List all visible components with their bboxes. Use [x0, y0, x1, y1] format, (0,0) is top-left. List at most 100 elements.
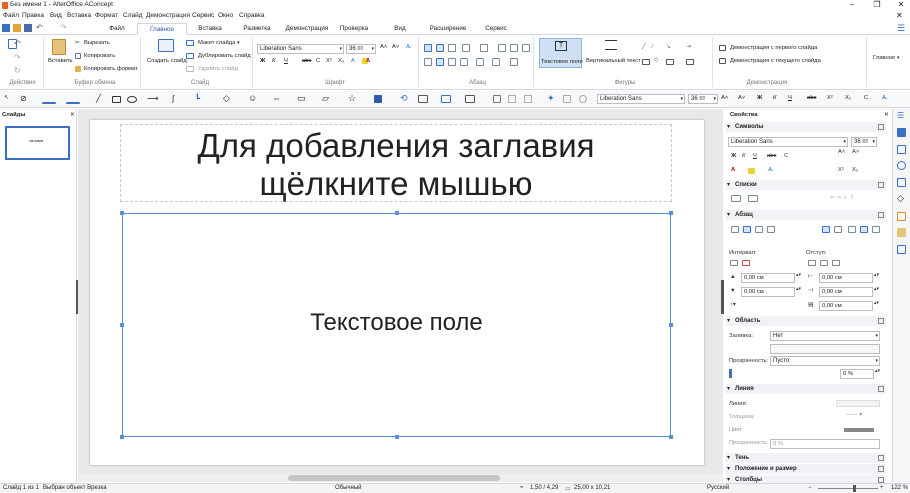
resize-handle[interactable]	[395, 435, 399, 439]
resize-handle[interactable]	[120, 323, 124, 327]
align-middle-icon[interactable]	[436, 44, 444, 52]
fill-combo[interactable]: Нет ▾	[770, 331, 880, 341]
grow-font-icon[interactable]: A˄	[380, 44, 387, 50]
rectangle-icon[interactable]	[112, 96, 121, 103]
indent-inc-icon[interactable]	[808, 260, 816, 266]
sb-underline-icon[interactable]: Ч	[753, 153, 757, 159]
thickness-select[interactable]: —— ▾	[846, 412, 862, 418]
tab-layout[interactable]: Разметка	[237, 23, 277, 35]
sb-font-color-icon[interactable]: A	[731, 167, 735, 173]
sb-grow-icon[interactable]: A˄	[838, 149, 845, 155]
line-style-select[interactable]	[836, 400, 880, 407]
menu-tools[interactable]: Сервис	[192, 12, 214, 19]
spacing-above-icon[interactable]	[730, 260, 738, 266]
fill-detail-combo[interactable]	[770, 344, 880, 354]
line-icon[interactable]: ╱	[96, 94, 101, 103]
justify-icon[interactable]	[460, 58, 468, 66]
crop-icon[interactable]	[508, 95, 516, 103]
spacing-below-field[interactable]: 0,00 см	[741, 287, 795, 297]
deck-properties-icon[interactable]	[897, 128, 906, 137]
draw-shrink-icon[interactable]: A˅	[738, 95, 745, 101]
strike-icon[interactable]: аbc	[302, 58, 311, 64]
deck-menu-icon[interactable]: ☰	[897, 111, 904, 120]
copy-format-button[interactable]: Копировать формат	[84, 66, 138, 72]
delete-slide-button[interactable]: Удалить слайд	[198, 66, 238, 72]
sb-valign-mid-icon[interactable]	[860, 226, 868, 233]
cut-button[interactable]: Вырезать	[84, 40, 110, 46]
sidebar-close-icon[interactable]: ✕	[884, 112, 889, 118]
section-symbols[interactable]: Символы	[726, 122, 886, 132]
layout-dropdown-icon[interactable]: ▾	[237, 40, 240, 46]
sb-bullets-icon[interactable]	[731, 195, 741, 202]
maximize-button[interactable]: ❐	[870, 0, 884, 10]
block-arrows-icon[interactable]: ⇔	[272, 93, 281, 103]
spacing-below-icon[interactable]	[742, 260, 750, 266]
sb-list-move-icons[interactable]: ⇐ ⇒ ⇓ ⇑	[830, 195, 854, 201]
flowchart-icon[interactable]: ▭	[297, 93, 306, 104]
create-slide-button[interactable]: Создать слайд	[147, 58, 187, 64]
indent-after-field[interactable]: 0,00 см	[819, 287, 873, 297]
sb-highlight-icon[interactable]	[748, 168, 755, 174]
resize-handle[interactable]	[120, 435, 124, 439]
basic-shapes-icon[interactable]: ◇	[223, 93, 230, 104]
superscript-icon[interactable]: X²	[326, 58, 332, 64]
tab-home[interactable]: Главное	[137, 23, 187, 35]
sb-shrink-icon[interactable]: A˅	[852, 149, 859, 155]
sb-strike-icon[interactable]: аbc	[767, 153, 776, 159]
paste-icon[interactable]	[52, 39, 66, 55]
bold-icon[interactable]: Ж	[260, 58, 265, 64]
sb-justify-icon[interactable]	[767, 226, 775, 233]
copy-icon[interactable]	[75, 53, 81, 59]
font-effect-icon[interactable]: A	[351, 58, 355, 64]
menu-slide[interactable]: Слайд	[123, 12, 143, 19]
callouts-icon[interactable]: ▱	[322, 93, 329, 104]
indent-icon[interactable]	[498, 44, 506, 52]
layout-button[interactable]: Макет слайда	[198, 40, 235, 46]
menu-insert[interactable]: Вставка	[67, 12, 91, 19]
menu-help[interactable]: Справка	[239, 12, 265, 19]
diamond-tool-icon[interactable]: ◇	[654, 57, 658, 63]
deck-gallery-icon[interactable]	[897, 228, 906, 237]
section-position-size[interactable]: Положение и размер	[726, 464, 886, 474]
zoom-slider[interactable]	[818, 488, 878, 489]
draw-effects-icon[interactable]: A̶	[882, 95, 886, 101]
textbox-tool[interactable]: T Текстовое поле	[539, 38, 583, 68]
zoom-out-icon[interactable]: −	[808, 485, 812, 491]
align-top-icon[interactable]	[424, 44, 432, 52]
copy-button[interactable]: Копировать	[84, 53, 115, 59]
title-placeholder[interactable]: Для добавления заглавия щёлкните мышью	[120, 124, 672, 202]
hamburger-icon[interactable]: ☰	[897, 23, 905, 34]
sidebar-size-combo[interactable]: 36 пт ▾	[851, 137, 877, 147]
close-doc-icon[interactable]: ✕	[896, 11, 903, 20]
align-right-icon[interactable]	[448, 58, 456, 66]
new-slide-icon[interactable]	[158, 39, 174, 52]
rect-tool-icon[interactable]	[642, 59, 650, 65]
line-spacing-select-icon[interactable]: ↕▾	[730, 302, 736, 308]
layout-icon[interactable]	[186, 40, 194, 46]
spin-arrows-icon[interactable]: ▴▾	[874, 286, 879, 292]
line-color-swatch[interactable]	[844, 428, 874, 432]
resize-handle[interactable]	[669, 211, 673, 215]
align-left-icon[interactable]	[424, 58, 432, 66]
section-line[interactable]: Линия	[726, 384, 886, 394]
fill-color-icon[interactable]	[66, 102, 80, 104]
align-center-icon[interactable]	[436, 58, 444, 66]
tab-extension[interactable]: Расширение	[425, 23, 471, 35]
save-icon[interactable]	[24, 24, 32, 32]
sb-dir-icon[interactable]	[822, 226, 830, 233]
slides-panel-close-icon[interactable]: ✕	[70, 112, 75, 118]
curve-tool-icon[interactable]: ∕	[652, 44, 653, 50]
menu-view[interactable]: Вид	[50, 12, 62, 19]
spin-arrows-icon[interactable]: ▴▾	[874, 300, 879, 306]
sb-shadow-icon[interactable]: C	[784, 153, 788, 159]
sb-valign-bottom-icon[interactable]	[872, 226, 880, 233]
slide-thumbnail[interactable]: заглавие	[5, 126, 70, 160]
line-spacing-icon[interactable]	[522, 44, 530, 52]
shadow-icon[interactable]	[493, 95, 501, 103]
ellipse-icon[interactable]	[127, 96, 137, 103]
sb-align-right-icon[interactable]	[755, 226, 763, 233]
arrow-line-icon[interactable]: ⟶	[147, 94, 158, 103]
spacing-icon[interactable]	[510, 58, 518, 66]
undo-big-icon[interactable]: ↶	[14, 39, 21, 48]
align-objects-icon[interactable]	[418, 95, 428, 103]
